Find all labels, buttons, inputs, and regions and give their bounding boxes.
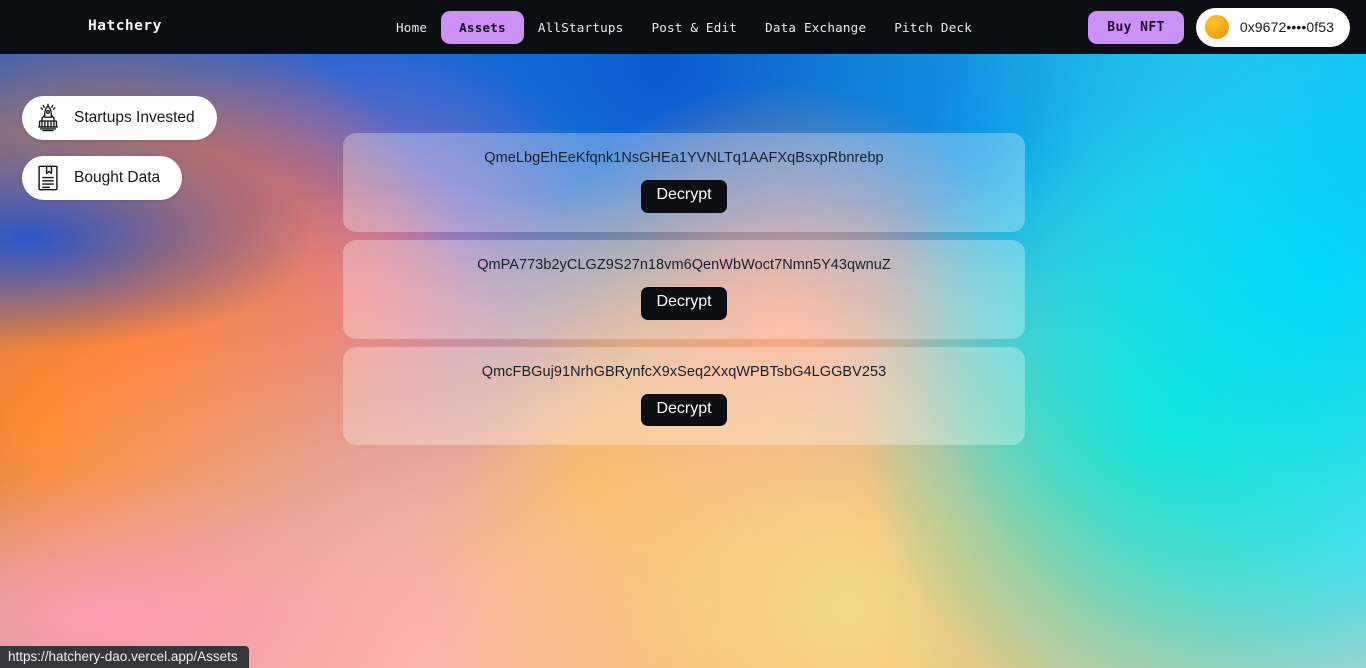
nav-link-assets[interactable]: Assets xyxy=(441,10,524,44)
bookmarked-document-icon xyxy=(33,163,63,193)
wallet-avatar-icon xyxy=(1204,15,1229,39)
nav-link-post-and-edit[interactable]: Post & Edit xyxy=(637,11,751,44)
asset-hash-label: QmPA773b2yCLGZ9S27n18vm6QenWbWoct7Nmn5Y4… xyxy=(477,256,891,273)
asset-card: QmcFBGuj91NrhGBRynfcX9xSeq2XxqWPBTsbG4LG… xyxy=(343,346,1025,446)
nav-link-data-exchange[interactable]: Data Exchange xyxy=(751,11,880,44)
sidebar-item-bought-data[interactable]: Bought Data xyxy=(22,156,183,200)
nav-link-pitch-deck[interactable]: Pitch Deck xyxy=(880,11,986,44)
nav-link-group: Home Assets AllStartups Post & Edit Data… xyxy=(382,0,986,54)
top-navigation-bar: Hatchery Home Assets AllStartups Post & … xyxy=(0,0,1366,54)
asset-card: QmPA773b2yCLGZ9S27n18vm6QenWbWoct7Nmn5Y4… xyxy=(343,239,1025,339)
asset-hash-label: QmeLbgEhEeKfqnk1NsGHEa1YVNLTq1AAFXqBsxpR… xyxy=(484,150,884,166)
browser-status-bar-url: https://hatchery-dao.vercel.app/Assets xyxy=(0,646,249,668)
nav-link-home[interactable]: Home xyxy=(382,11,441,44)
asset-hash-label: QmcFBGuj91NrhGBRynfcX9xSeq2XxqWPBTsbG4LG… xyxy=(481,363,887,380)
asset-card-list: QmeLbgEhEeKfqnk1NsGHEa1YVNLTq1AAFXqBsxpR… xyxy=(343,133,1025,446)
brand-logo[interactable]: Hatchery xyxy=(88,18,162,34)
sidebar-item-startups-invested[interactable]: Startups Invested xyxy=(22,96,217,140)
nav-link-allstartups[interactable]: AllStartups xyxy=(524,11,638,44)
sidebar-item-label: Startups Invested xyxy=(74,109,195,126)
nav-actions-group: Buy NFT 0x9672••••0f53 xyxy=(1088,0,1350,54)
rocket-launch-icon xyxy=(33,103,63,133)
sidebar: Startups Invested Bought Data xyxy=(22,96,217,200)
sidebar-item-label: Bought Data xyxy=(74,169,161,186)
buy-nft-button[interactable]: Buy NFT xyxy=(1088,10,1184,44)
decrypt-button[interactable]: Decrypt xyxy=(641,393,727,427)
asset-card: QmeLbgEhEeKfqnk1NsGHEa1YVNLTq1AAFXqBsxpR… xyxy=(343,133,1025,232)
wallet-chip[interactable]: 0x9672••••0f53 xyxy=(1195,7,1350,47)
wallet-address-label: 0x9672••••0f53 xyxy=(1239,19,1334,35)
decrypt-button[interactable]: Decrypt xyxy=(641,287,727,320)
decrypt-button[interactable]: Decrypt xyxy=(641,180,727,213)
